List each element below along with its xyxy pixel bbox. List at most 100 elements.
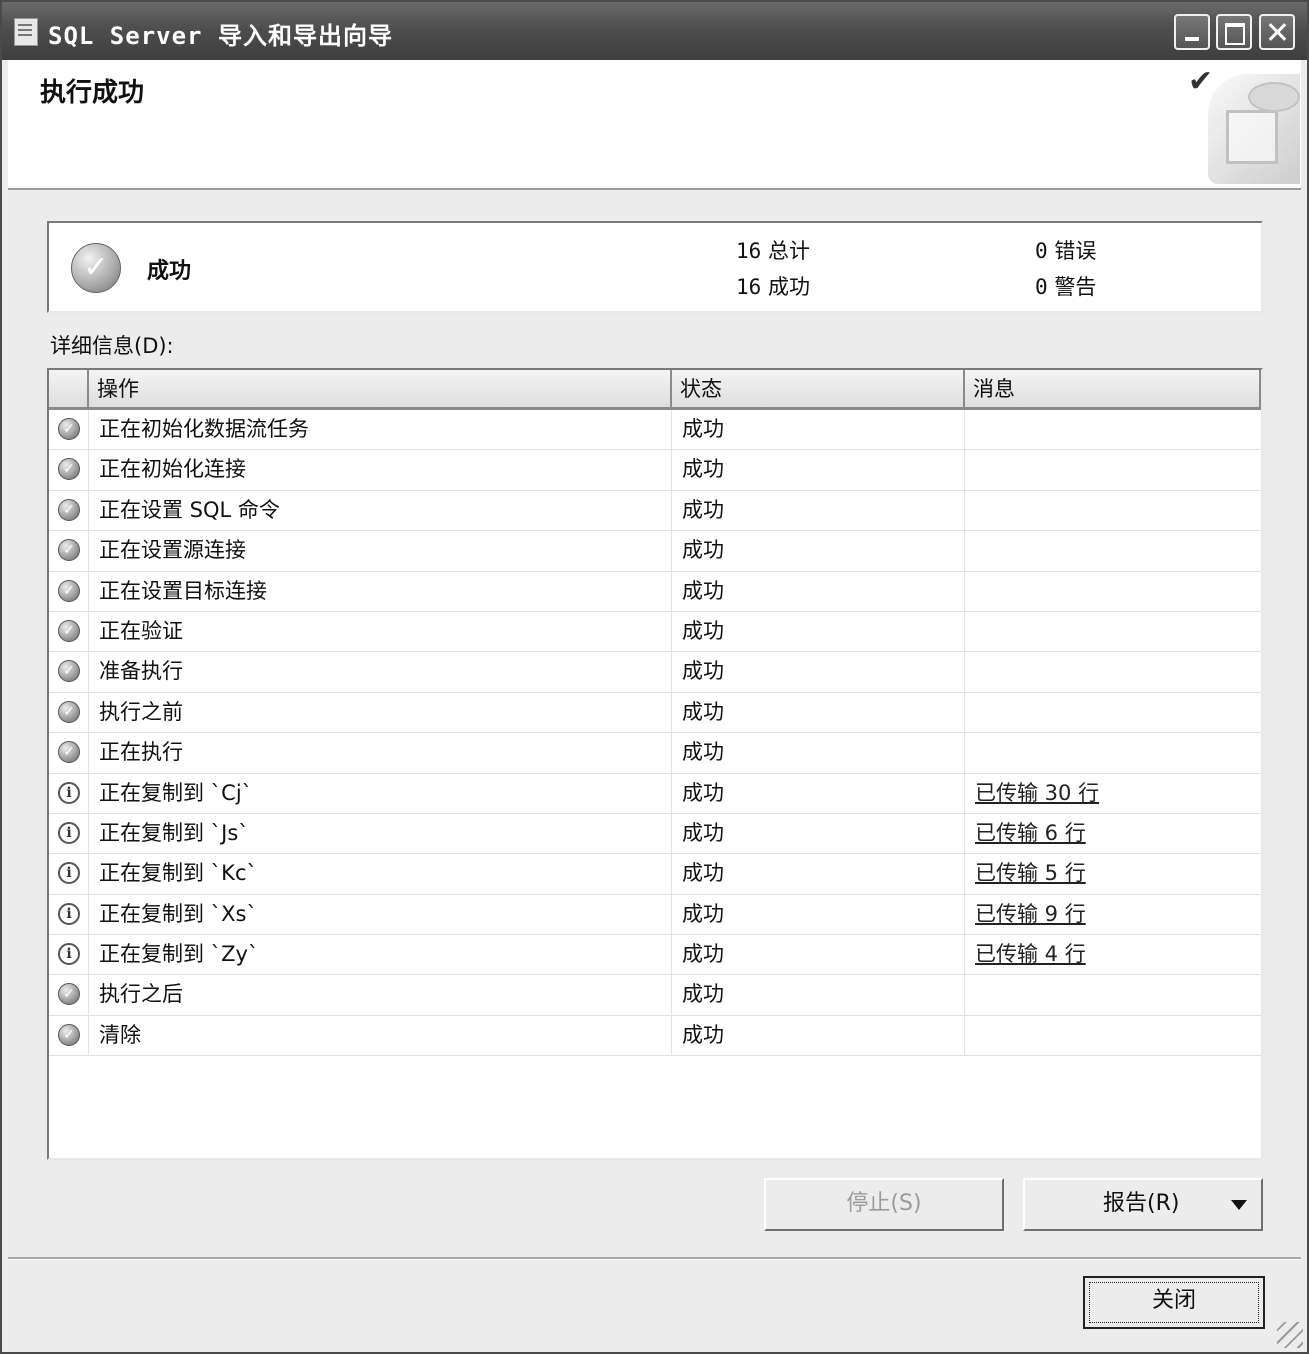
maximize-button[interactable]	[1216, 14, 1252, 50]
table-row[interactable]: ✓ 准备执行 成功	[49, 652, 1261, 693]
status-cell: 成功	[672, 611, 965, 652]
info-icon: i	[58, 902, 80, 925]
message-link[interactable]: 已传输 6 行	[975, 821, 1086, 845]
message-link[interactable]: 已传输 30 行	[975, 781, 1099, 805]
message-cell: 已传输 6 行	[965, 814, 1261, 853]
success-icon: ✓	[58, 983, 80, 1006]
row-icon-cell: ✓	[49, 450, 89, 490]
status-cell: 成功	[672, 490, 965, 531]
row-icon-cell: i	[49, 813, 89, 854]
status-cell: 成功	[672, 773, 965, 813]
row-icon-cell: i	[49, 935, 89, 975]
total-count: 16	[736, 239, 762, 263]
error-count: 0	[1035, 239, 1048, 263]
status-cell: 成功	[672, 935, 965, 975]
row-icon-cell: ✓	[49, 531, 89, 571]
message-cell	[965, 1016, 1261, 1055]
details-label: 详细信息(D):	[50, 334, 174, 358]
column-header-status[interactable]: 状态	[672, 370, 965, 410]
success-label: 成功	[767, 275, 810, 299]
operation-cell: 正在复制到 `Kc`	[89, 854, 672, 894]
page-title: 执行成功	[40, 78, 145, 108]
success-icon: ✓	[58, 579, 80, 602]
success-icon: ✓	[58, 418, 80, 440]
title-bar[interactable]: SQL Server 导入和导出向导	[2, 2, 1307, 60]
table-row[interactable]: i 正在复制到 `Xs` 成功 已传输 9 行	[49, 894, 1261, 936]
message-link[interactable]: 已传输 5 行	[975, 861, 1086, 885]
success-icon: ✓	[58, 1023, 80, 1046]
error-label: 错误	[1054, 239, 1097, 263]
message-link[interactable]: 已传输 9 行	[975, 902, 1086, 926]
info-icon: i	[58, 943, 80, 966]
report-button[interactable]: 报告(R)	[1023, 1178, 1263, 1231]
operation-cell: 正在设置目标连接	[89, 571, 672, 611]
footer-separator	[8, 1257, 1301, 1260]
table-row[interactable]: ✓ 正在设置目标连接 成功	[49, 571, 1261, 612]
status-cell: 成功	[672, 692, 965, 733]
table-row[interactable]: ✓ 正在验证 成功	[49, 611, 1261, 653]
stop-button[interactable]: 停止(S)	[764, 1178, 1004, 1231]
table-row[interactable]: ✓ 正在设置 SQL 命令 成功	[49, 490, 1261, 532]
success-icon: ✓	[71, 243, 121, 293]
info-icon: i	[58, 781, 80, 804]
row-icon-cell: ✓	[49, 571, 89, 611]
wizard-banner-graphic	[1208, 74, 1300, 184]
message-cell	[965, 733, 1261, 772]
table-row[interactable]: ✓ 正在设置源连接 成功	[49, 531, 1261, 572]
close-window-button[interactable]	[1259, 14, 1295, 50]
success-icon: ✓	[58, 700, 80, 723]
details-grid[interactable]: 操作 状态 消息 ✓ 正在初始化数据流任务 成功 ✓ 正在初始化连接 成功 ✓ 正在设置 SQ…	[47, 368, 1263, 1160]
column-header-operation[interactable]: 操作	[89, 370, 672, 410]
page-header: 执行成功 ✔	[8, 60, 1301, 190]
message-cell	[965, 450, 1261, 489]
check-mark-icon: ✔	[1188, 64, 1214, 99]
info-icon: i	[58, 862, 80, 885]
warning-label: 警告	[1054, 275, 1097, 299]
table-row[interactable]: ✓ 正在执行 成功	[49, 733, 1261, 774]
message-cell	[965, 531, 1261, 570]
operation-cell: 正在复制到 `Cj`	[89, 773, 672, 813]
operation-cell: 正在复制到 `Js`	[89, 813, 672, 854]
dropdown-arrow-icon[interactable]	[1231, 1200, 1247, 1210]
row-icon-cell: i	[49, 894, 89, 935]
success-icon: ✓	[58, 458, 80, 481]
total-stat: 16 总计	[736, 235, 810, 265]
operation-cell: 正在复制到 `Xs`	[89, 894, 672, 935]
status-cell: 成功	[672, 813, 965, 854]
resize-grip-icon[interactable]	[1277, 1322, 1303, 1348]
table-row[interactable]: i 正在复制到 `Cj` 成功 已传输 30 行	[49, 773, 1261, 814]
success-icon: ✓	[58, 498, 80, 521]
column-header-message[interactable]: 消息	[965, 370, 1261, 410]
operation-cell: 正在设置 SQL 命令	[89, 490, 672, 531]
operation-cell: 正在初始化数据流任务	[89, 410, 672, 450]
table-row[interactable]: ✓ 执行之后 成功	[49, 975, 1261, 1016]
table-row[interactable]: ✓ 清除 成功	[49, 1015, 1261, 1057]
success-icon: ✓	[58, 539, 80, 562]
error-stat: 0 错误	[1035, 235, 1096, 265]
message-link[interactable]: 已传输 4 行	[975, 942, 1086, 966]
message-cell	[965, 410, 1261, 449]
close-button[interactable]: 关闭	[1083, 1276, 1265, 1329]
table-row[interactable]: i 正在复制到 `Kc` 成功 已传输 5 行	[49, 854, 1261, 895]
table-row[interactable]: ✓ 正在初始化数据流任务 成功	[49, 410, 1261, 451]
summary-status: 成功	[147, 259, 192, 284]
table-row[interactable]: i 正在复制到 `Js` 成功 已传输 6 行	[49, 813, 1261, 855]
operation-cell: 正在复制到 `Zy`	[89, 935, 672, 975]
table-row[interactable]: ✓ 执行之前 成功	[49, 692, 1261, 734]
app-icon	[14, 18, 38, 46]
window-title: SQL Server 导入和导出向导	[48, 22, 393, 50]
row-icon-cell: ✓	[49, 611, 89, 652]
row-icon-cell: ✓	[49, 733, 89, 773]
table-row[interactable]: ✓ 正在初始化连接 成功	[49, 450, 1261, 491]
wizard-window: SQL Server 导入和导出向导 执行成功 ✔ ✓ 成功 16 总计 16 …	[0, 0, 1309, 1354]
minimize-button[interactable]	[1174, 14, 1210, 50]
row-icon-cell: i	[49, 854, 89, 894]
warning-count: 0	[1035, 275, 1048, 299]
message-cell: 已传输 30 行	[965, 774, 1261, 813]
operation-cell: 正在执行	[89, 733, 672, 773]
message-cell	[965, 652, 1261, 691]
table-row[interactable]: i 正在复制到 `Zy` 成功 已传输 4 行	[49, 935, 1261, 976]
operation-cell: 正在验证	[89, 611, 672, 652]
row-icon-cell: ✓	[49, 692, 89, 733]
column-header-icon[interactable]	[49, 370, 89, 410]
